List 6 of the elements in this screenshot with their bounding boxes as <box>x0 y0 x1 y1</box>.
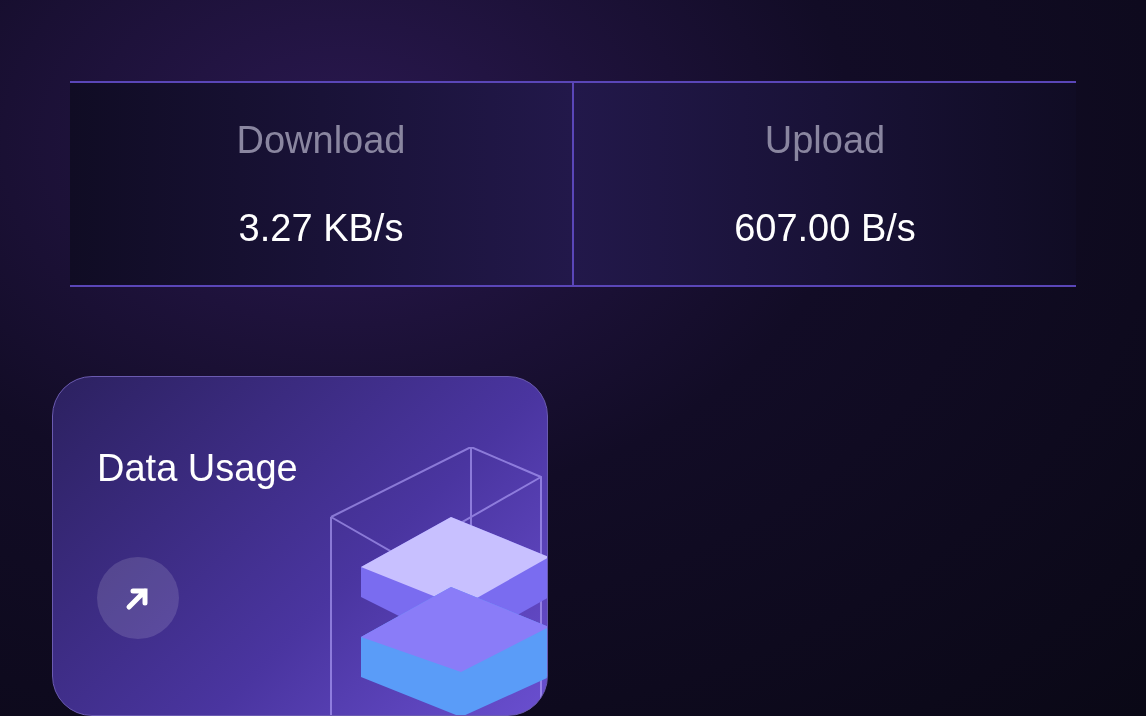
data-usage-card[interactable]: Data Usage <box>52 376 548 716</box>
stat-value: 607.00 B/s <box>734 209 916 248</box>
stat-label: Upload <box>764 121 886 160</box>
card-title: Data Usage <box>97 449 299 487</box>
stat-value: 3.27 KB/s <box>238 209 404 248</box>
stat-label: Download <box>236 121 406 160</box>
